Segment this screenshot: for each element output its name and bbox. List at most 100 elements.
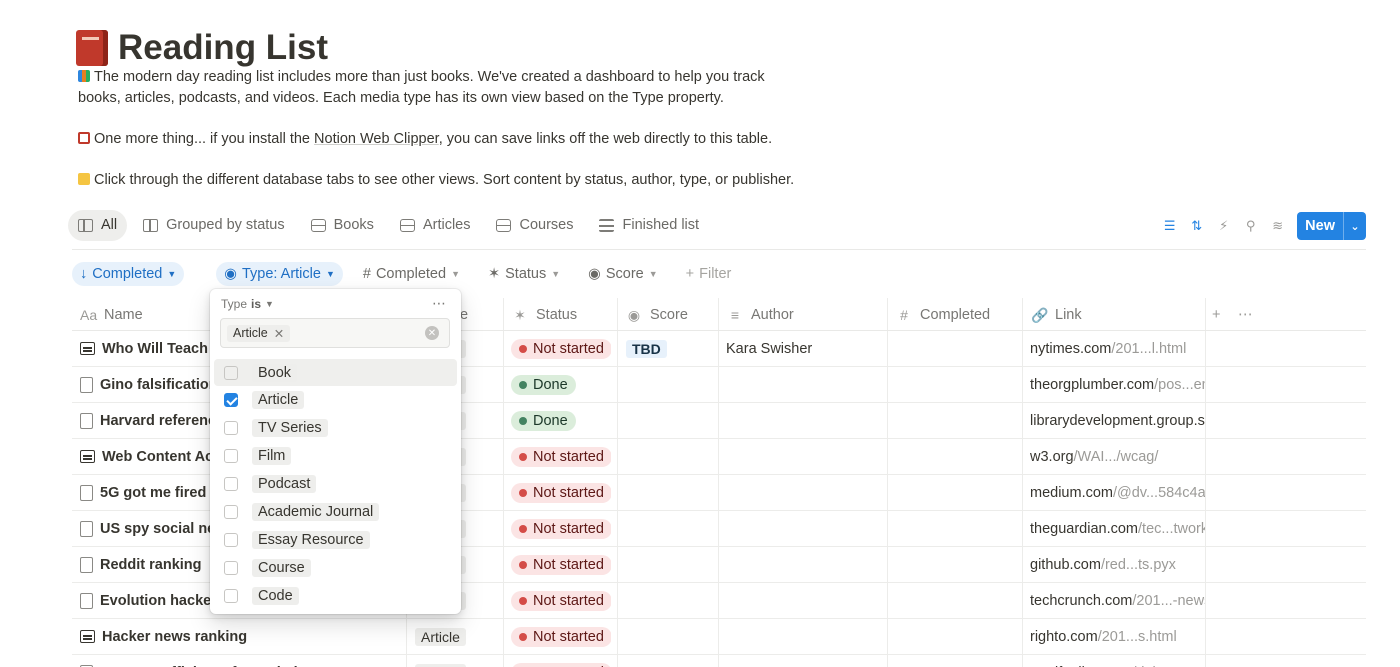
cell-author[interactable] [726,367,886,402]
checkbox[interactable] [224,505,238,519]
cell-score[interactable] [626,583,716,618]
tab-finished-list[interactable]: Finished list [589,210,709,241]
settings-icon[interactable]: ≋ [1270,218,1285,234]
link-path[interactable]: /WAI.../wcag/ [1074,449,1159,465]
cell-link[interactable]: tandfonline.com/doi...75011 [1030,655,1205,667]
cell-link[interactable]: librarydevelopment.group.shef.ac.uk [1030,403,1205,438]
option-item[interactable]: Course [214,554,457,581]
cell-completed[interactable] [895,619,1020,654]
cell-link[interactable]: techcrunch.com/201...-news/ [1030,583,1205,618]
cell-type[interactable]: Article [415,619,500,654]
cell-score[interactable] [626,475,716,510]
cell-link[interactable]: github.com/red...ts.pyx [1030,547,1205,582]
option-item[interactable]: TV Series [214,415,457,442]
cell-link[interactable]: nytimes.com/201...l.html [1030,331,1205,366]
cell-name[interactable]: A new coefficient of correlation [80,655,405,667]
cell-author[interactable] [726,619,886,654]
link-path[interactable]: /red...ts.pyx [1101,557,1176,573]
cell-completed[interactable] [895,511,1020,546]
column-header-completed[interactable]: # Completed [888,298,990,332]
remove-tag-icon[interactable]: ✕ [274,326,284,341]
row-title[interactable]: US spy social net [100,521,220,537]
link-path[interactable]: /201...-news/ [1132,593,1205,609]
option-item[interactable]: Book [214,359,457,386]
cell-author[interactable] [726,583,886,618]
row-title[interactable]: Harvard referenc [100,413,216,429]
checkbox[interactable] [224,449,238,464]
type-filter-chip[interactable]: ◉ Type: Article ▼ [216,262,343,286]
cell-link[interactable]: w3.org/WAI.../wcag/ [1030,439,1205,474]
cell-score[interactable] [626,367,716,402]
cell-author[interactable] [726,439,886,474]
table-row[interactable]: Hacker news ranking Article Not started rig… [72,619,1366,655]
cell-completed[interactable] [895,475,1020,510]
link-domain[interactable]: righto.com [1030,629,1098,645]
cell-completed[interactable] [895,583,1020,618]
cell-score[interactable] [626,619,716,654]
tab-courses[interactable]: Courses [486,210,583,241]
column-header-link[interactable]: 🔗 Link [1023,298,1082,332]
cell-score[interactable] [626,403,716,438]
checkbox[interactable] [224,532,238,547]
cell-score[interactable] [626,547,716,582]
row-title[interactable]: Who Will Teach Si [102,341,226,357]
checkbox[interactable] [224,477,238,492]
link-path[interactable]: /@dv...584c4a [1113,485,1205,501]
cell-score[interactable] [626,511,716,546]
option-item[interactable]: Film [214,443,457,470]
row-title[interactable]: Reddit ranking [100,557,202,573]
tab-all[interactable]: All [68,209,128,241]
option-item[interactable]: Podcast [214,471,457,498]
link-domain[interactable]: techcrunch.com [1030,593,1132,609]
cell-status[interactable]: Not started [511,583,611,618]
checkbox[interactable] [224,560,238,575]
row-title[interactable]: Web Content Acc [102,449,221,465]
link-domain[interactable]: medium.com [1030,485,1113,501]
new-label[interactable]: New [1297,212,1344,240]
add-column-button[interactable]: + [1204,298,1220,332]
cell-score[interactable] [626,439,716,474]
link-domain[interactable]: w3.org [1030,449,1074,465]
row-title[interactable]: 5G got me fired [100,485,206,501]
cell-status[interactable]: Not started [511,439,611,474]
cell-completed[interactable] [895,403,1020,438]
cell-link[interactable]: theorgplumber.com/pos...ement [1030,367,1205,402]
column-header-name[interactable]: Aa Name [72,298,143,332]
row-title[interactable]: Evolution hacker [100,593,217,609]
link-path[interactable]: /201...s.html [1098,629,1177,645]
link-path[interactable]: /tec...tworks [1138,521,1205,537]
link-domain[interactable]: librarydevelopment.group.shef.ac.uk [1030,413,1205,429]
link-domain[interactable]: nytimes.com [1030,341,1111,357]
cell-link[interactable]: theguardian.com/tec...tworks [1030,511,1205,546]
chevron-down-icon[interactable]: ⌄ [1344,220,1366,233]
checkbox[interactable] [224,393,238,408]
link-domain[interactable]: theguardian.com [1030,521,1138,537]
checkbox[interactable] [224,421,238,436]
cell-completed[interactable] [895,547,1020,582]
cell-name[interactable]: Hacker news ranking [80,619,405,654]
filter-icon[interactable]: ☰ [1162,218,1177,234]
option-item[interactable]: Essay Resource [214,526,457,553]
cell-author[interactable] [726,655,886,667]
cell-type[interactable]: Article [415,655,500,667]
cell-completed[interactable] [895,655,1020,667]
cell-completed[interactable] [895,439,1020,474]
cell-link[interactable]: medium.com/@dv...584c4a [1030,475,1205,510]
cell-status[interactable]: Not started [511,619,611,654]
cell-author[interactable] [726,511,886,546]
tab-books[interactable]: Books [301,210,384,241]
column-header-status[interactable]: ✶ Status [504,298,577,332]
option-item[interactable]: Academic Journal [214,499,457,526]
checkbox[interactable] [224,588,238,603]
cell-author[interactable] [726,403,886,438]
checkbox[interactable] [224,365,238,380]
link-domain[interactable]: github.com [1030,557,1101,573]
automation-icon[interactable]: ⚡ [1216,218,1231,234]
option-item[interactable]: Code [214,582,457,609]
score-filter-chip[interactable]: ◉ Score ▼ [580,262,665,286]
option-item[interactable]: Article [214,387,457,414]
new-button[interactable]: New ⌄ [1297,212,1366,240]
cell-author[interactable] [726,547,886,582]
cell-author[interactable] [726,475,886,510]
cell-status[interactable]: Not started [511,511,611,546]
